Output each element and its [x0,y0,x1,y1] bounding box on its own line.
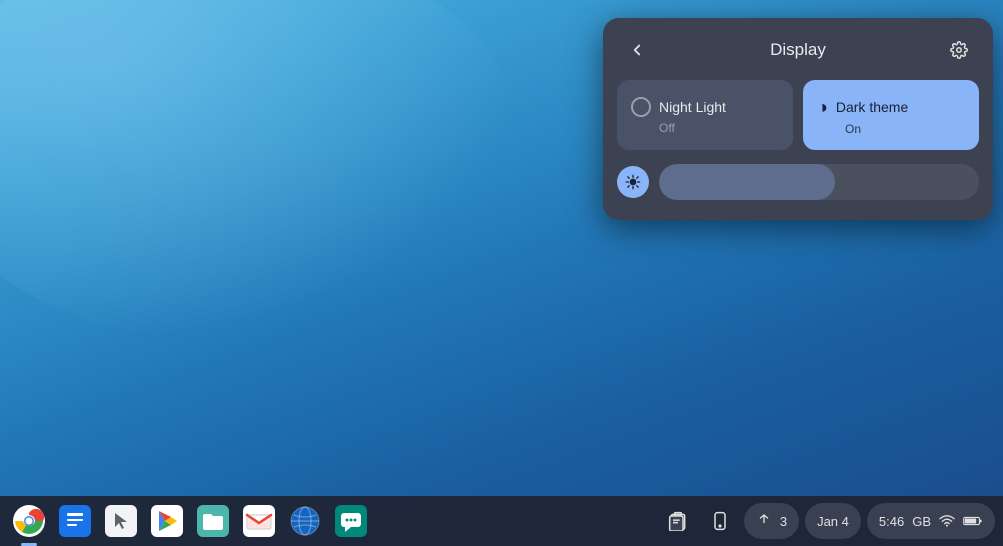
dark-theme-card[interactable]: ◑ Dark theme On [803,80,979,150]
night-light-card[interactable]: Night Light Off [617,80,793,150]
notification-count: 3 [780,514,787,529]
taskbar-system: 3 Jan 4 5:46 GB [660,503,995,539]
dark-theme-status: On [817,122,965,136]
back-button[interactable] [619,32,655,68]
brightness-slider[interactable] [659,164,979,200]
panel-title: Display [655,40,941,60]
date-display[interactable]: Jan 4 [805,503,861,539]
taskbar-app-files[interactable] [192,500,234,542]
taskbar-app-earth[interactable] [284,500,326,542]
taskbar-app-cursor[interactable] [100,500,142,542]
dark-theme-label: Dark theme [836,99,908,115]
brightness-row [603,164,993,200]
network-label: GB [912,514,931,529]
taskbar-app-play[interactable] [146,500,188,542]
taskbar-app-chrome[interactable] [8,500,50,542]
taskbar-app-docs[interactable] [54,500,96,542]
taskbar-apps [8,500,658,542]
time-text: 5:46 [879,514,904,529]
brightness-fill [659,164,835,200]
dark-theme-icon: ◑ [817,97,828,118]
night-light-card-top: Night Light [631,97,779,117]
brightness-icon [617,166,649,198]
system-status-pill[interactable]: 5:46 GB [867,503,995,539]
taskbar-app-gmail[interactable] [238,500,280,542]
taskbar: 3 Jan 4 5:46 GB [0,496,1003,546]
night-light-icon [631,97,651,117]
date-text: Jan 4 [817,514,849,529]
panel-settings-button[interactable] [941,32,977,68]
notification-pill[interactable]: 3 [744,503,799,539]
phone-button[interactable] [702,503,738,539]
panel-header: Display [603,18,993,80]
dark-theme-card-top: ◑ Dark theme [817,97,965,118]
panel-cards: Night Light Off ◑ Dark theme On [603,80,993,164]
night-light-status: Off [631,121,779,135]
clipboard-button[interactable] [660,503,696,539]
display-panel: Display Night Light Off ◑ Dark theme On [603,18,993,220]
battery-icon [963,513,983,529]
night-light-label: Night Light [659,99,726,115]
taskbar-app-hangouts[interactable] [330,500,372,542]
wifi-icon [939,513,955,529]
